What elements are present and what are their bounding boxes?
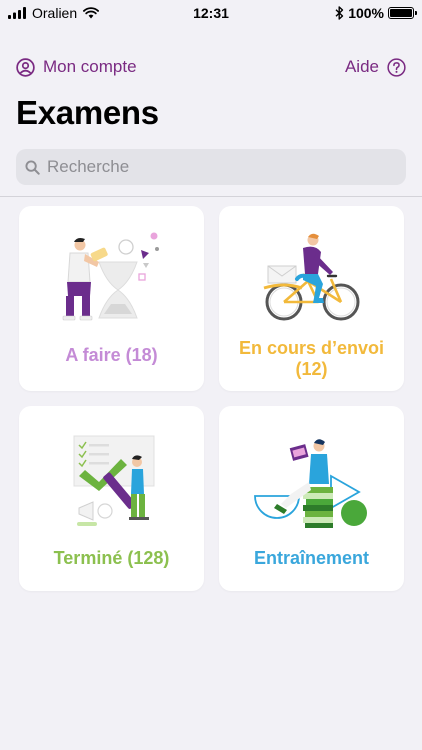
search-input[interactable] — [47, 157, 387, 177]
battery-percent: 100% — [348, 5, 384, 21]
sending-illustration — [263, 233, 360, 321]
card-sending-label: En cours d’envoi (12) — [238, 338, 385, 379]
battery-icon — [388, 7, 417, 19]
status-bar: Oralien 12:31 100% — [0, 0, 422, 26]
status-right: 100% — [335, 5, 417, 21]
todo-illustration — [62, 232, 159, 321]
person-circle-icon — [16, 57, 35, 77]
card-sending[interactable]: En cours d’envoi (12) — [219, 206, 404, 391]
account-button[interactable]: Mon compte — [16, 57, 137, 77]
card-training[interactable]: Entraînement — [219, 406, 404, 591]
done-illustration — [73, 435, 155, 526]
header-divider — [0, 196, 422, 197]
search-bar[interactable] — [16, 149, 406, 185]
magnifier-icon — [25, 159, 40, 175]
card-training-label: Entraînement — [253, 548, 370, 568]
training-illustration — [254, 439, 367, 528]
page-title: Examens — [16, 94, 159, 131]
bluetooth-icon — [335, 6, 344, 20]
help-label: Aide — [344, 57, 379, 76]
card-todo[interactable]: A faire (18) — [19, 206, 204, 391]
question-circle-icon — [387, 57, 406, 77]
help-button[interactable]: Aide — [345, 57, 406, 77]
card-done-label: Terminé (128) — [53, 548, 170, 568]
card-todo-label: A faire (18) — [65, 345, 158, 365]
account-label: Mon compte — [43, 57, 137, 76]
card-done[interactable]: Terminé (128) — [19, 406, 204, 591]
